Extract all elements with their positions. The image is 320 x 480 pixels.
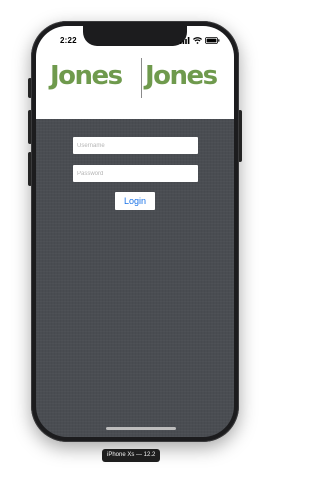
jones-logo: Jones Jones bbox=[48, 58, 226, 100]
password-input[interactable] bbox=[73, 165, 198, 182]
device-label: iPhone Xs — 12.2 bbox=[102, 449, 161, 462]
device-frame: 2:22 Jones Jones Username Login bbox=[31, 21, 239, 442]
login-button[interactable]: Login bbox=[115, 192, 155, 210]
notch bbox=[83, 26, 187, 46]
wifi-icon bbox=[193, 36, 202, 44]
app-screen: 2:22 Jones Jones Username Login bbox=[36, 26, 234, 437]
status-time: 2:22 bbox=[60, 36, 77, 45]
logo-divider bbox=[141, 58, 142, 98]
logo-left-word: Jones bbox=[50, 61, 123, 91]
logo-right-word: Jones bbox=[145, 61, 218, 91]
logo-header: 2:22 Jones Jones bbox=[36, 26, 234, 119]
status-icons bbox=[180, 36, 220, 44]
home-indicator[interactable] bbox=[106, 427, 176, 430]
signal-icon bbox=[180, 36, 190, 44]
simulator-stage: 2:22 Jones Jones Username Login iPhone X… bbox=[0, 0, 271, 480]
username-input[interactable] bbox=[73, 137, 198, 154]
battery-icon bbox=[205, 36, 220, 44]
